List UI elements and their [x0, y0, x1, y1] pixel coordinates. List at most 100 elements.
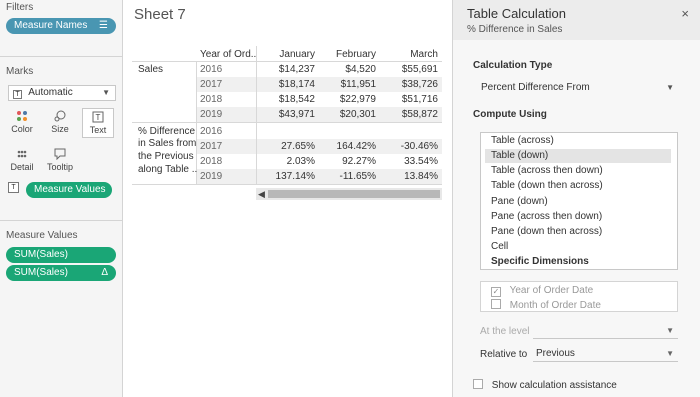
color-button-label: Color: [11, 124, 33, 134]
filter-pill-measure-names[interactable]: Measure Names ☰: [6, 18, 116, 34]
chevron-down-icon: ▼: [666, 326, 674, 335]
checkbox-checked-icon[interactable]: ✓: [491, 287, 501, 297]
tooltip-button[interactable]: Tooltip: [44, 146, 76, 176]
marks-pill-measure-values[interactable]: Measure Values: [26, 182, 112, 198]
relative-to-dropdown[interactable]: Previous ▼: [533, 346, 678, 362]
measure-value-pill-table-calc[interactable]: SUM(Sales) Δ: [6, 265, 116, 281]
data-cell[interactable]: -30.46%: [382, 141, 438, 152]
relative-to-value: Previous: [536, 348, 575, 359]
compute-option-selected[interactable]: Table (down): [485, 149, 671, 163]
row-header-pct-diff-line[interactable]: % Difference: [138, 126, 195, 137]
compute-option[interactable]: Table (across then down): [491, 164, 603, 178]
year-label: 2019: [200, 171, 223, 182]
column-header-month[interactable]: March: [382, 49, 438, 60]
calculation-assistance-option[interactable]: Show calculation assistance: [473, 379, 617, 391]
compute-option[interactable]: Specific Dimensions: [491, 255, 589, 269]
data-cell[interactable]: 92.27%: [320, 156, 376, 167]
compute-option[interactable]: Table (across): [491, 134, 554, 148]
sheet-title: Sheet 7: [134, 6, 186, 23]
dimension-row-year[interactable]: ✓ Year of Order Date: [491, 285, 593, 297]
dimension-label: Month of Order Date: [509, 300, 601, 311]
filters-title: Filters: [6, 2, 34, 13]
data-cell[interactable]: $38,726: [382, 79, 438, 90]
checkbox-icon[interactable]: [491, 299, 501, 309]
dimension-row-month[interactable]: Month of Order Date: [491, 299, 601, 311]
mark-type-icon: T: [13, 90, 22, 99]
chevron-down-icon: ▼: [666, 349, 674, 358]
calculation-type-label: Calculation Type: [473, 60, 553, 71]
data-cell[interactable]: $11,951: [320, 79, 376, 90]
chevron-down-icon: ▼: [102, 88, 110, 97]
data-cell[interactable]: $55,691: [382, 64, 438, 75]
data-cell[interactable]: $51,716: [382, 94, 438, 105]
tooltip-icon: [44, 148, 76, 162]
data-cell[interactable]: $43,971: [260, 109, 315, 120]
data-cell[interactable]: 164.42%: [320, 141, 376, 152]
column-header-month[interactable]: February: [320, 49, 376, 60]
data-cell[interactable]: 13.84%: [382, 171, 438, 182]
dialog-header: Table Calculation % Difference in Sales …: [453, 0, 700, 40]
compute-option[interactable]: Pane (down): [491, 195, 548, 209]
text-button-label: Text: [89, 125, 107, 135]
data-cell[interactable]: 137.14%: [260, 171, 315, 182]
marks-title: Marks: [6, 66, 34, 77]
compute-option[interactable]: Cell: [491, 240, 508, 254]
measure-value-pill-label: SUM(Sales): [14, 249, 68, 260]
filter-pill-label: Measure Names: [14, 20, 88, 31]
row-header-pct-diff-line[interactable]: the Previous: [138, 151, 194, 162]
mark-type-dropdown[interactable]: T Automatic ▼: [8, 85, 116, 101]
data-cell[interactable]: 2.03%: [260, 156, 315, 167]
data-cell[interactable]: $58,872: [382, 109, 438, 120]
data-cell[interactable]: 27.65%: [260, 141, 315, 152]
assistance-label: Show calculation assistance: [491, 380, 617, 391]
text-button[interactable]: T Text: [82, 108, 114, 138]
at-level-dropdown[interactable]: ▼: [533, 323, 678, 339]
data-cell[interactable]: $18,174: [260, 79, 315, 90]
column-header-month[interactable]: January: [260, 49, 315, 60]
size-button[interactable]: Size: [44, 108, 76, 138]
data-cell[interactable]: -11.65%: [320, 171, 376, 182]
tableau-workspace: Filters Measure Names ☰ Marks T Automati…: [0, 0, 700, 397]
grid-line: [132, 184, 442, 185]
dialog-title: Table Calculation: [467, 6, 567, 21]
data-cell[interactable]: 33.54%: [382, 156, 438, 167]
compute-using-listbox[interactable]: Table (across) Table (down) Table (acros…: [480, 132, 678, 270]
compute-option[interactable]: Pane (across then down): [491, 210, 602, 224]
data-cell[interactable]: $20,301: [320, 109, 376, 120]
detail-button-label: Detail: [10, 162, 34, 172]
filters-divider: [0, 56, 123, 57]
year-label: 2018: [200, 156, 223, 167]
data-cell[interactable]: $14,237: [260, 64, 315, 75]
row-header-pct-diff-line[interactable]: in Sales from: [138, 138, 196, 149]
scrollbar-thumb[interactable]: [268, 190, 440, 198]
data-cell[interactable]: $18,542: [260, 94, 315, 105]
row-header-sales[interactable]: Sales: [138, 64, 163, 75]
grid-line: [256, 46, 257, 184]
data-cell[interactable]: $4,520: [320, 64, 376, 75]
color-button[interactable]: Color: [6, 108, 38, 138]
detail-icon: [6, 148, 38, 162]
compute-option[interactable]: Table (down then across): [491, 179, 603, 193]
measure-value-pill-label: SUM(Sales): [14, 267, 68, 278]
chevron-down-icon: ▼: [666, 83, 674, 92]
column-header-year[interactable]: Year of Ord..: [200, 49, 256, 60]
row-header-pct-diff-line[interactable]: along Table ..: [138, 164, 197, 175]
measure-value-pill[interactable]: SUM(Sales): [6, 247, 116, 263]
horizontal-scrollbar[interactable]: ◀: [256, 188, 442, 200]
calculation-type-dropdown[interactable]: Percent Difference From ▼: [473, 80, 680, 96]
filter-list-icon: ☰: [99, 20, 108, 31]
delta-icon: Δ: [101, 267, 108, 278]
compute-option[interactable]: Pane (down then across): [491, 225, 602, 239]
year-label: 2017: [200, 79, 223, 90]
calculation-type-value: Percent Difference From: [481, 82, 590, 93]
close-icon[interactable]: ×: [681, 6, 689, 21]
chevron-left-icon[interactable]: ◀: [258, 188, 265, 200]
left-shelf-panel: Filters Measure Names ☰ Marks T Automati…: [0, 0, 123, 397]
detail-button[interactable]: Detail: [6, 146, 38, 176]
text-encoding-icon: T: [8, 182, 19, 193]
year-label: 2019: [200, 109, 223, 120]
checkbox-icon[interactable]: [473, 379, 483, 389]
dimension-label: Year of Order Date: [509, 285, 594, 296]
mark-type-label: Automatic: [28, 87, 73, 98]
data-cell[interactable]: $22,979: [320, 94, 376, 105]
